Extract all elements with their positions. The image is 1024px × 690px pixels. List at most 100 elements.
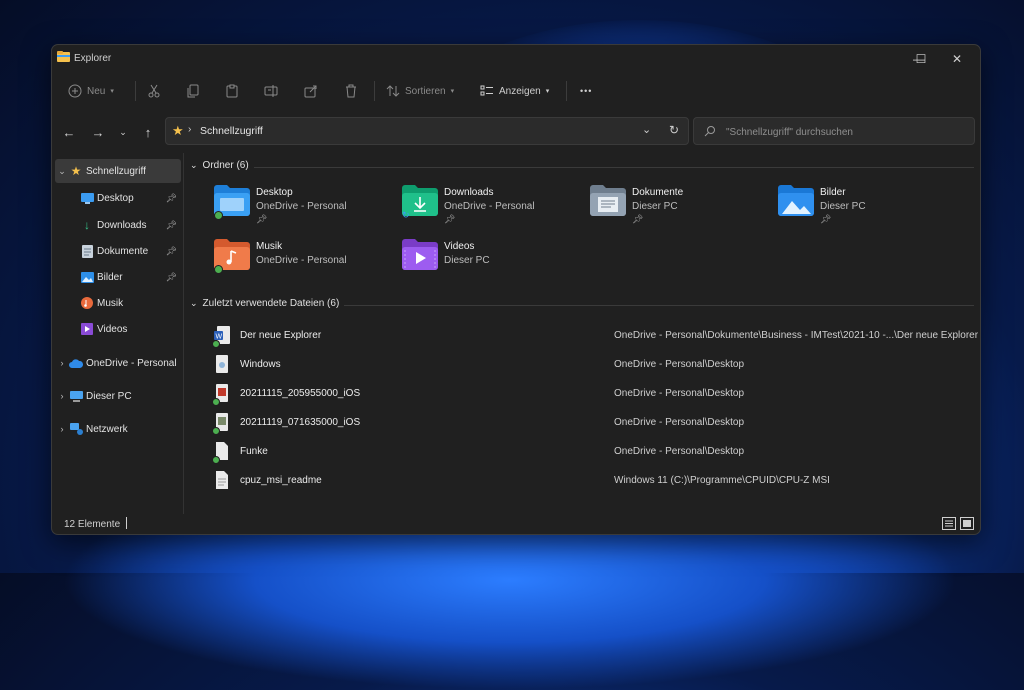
breadcrumb[interactable]: Schnellzugriff [200,125,263,137]
folder-location: OneDrive - Personal [256,255,347,266]
recent-file-row[interactable]: Windows OneDrive - Personal\Desktop [210,350,980,379]
documents-icon [80,244,94,258]
file-name: Funke [240,446,268,457]
folder-name: Bilder [820,187,846,198]
view-button[interactable]: Anzeigen ▾ [480,79,549,103]
sidebar-item-label: Bilder [97,271,123,283]
breadcrumb-chevron-icon: › [188,124,192,135]
new-label: Neu [87,85,106,97]
pin-icon: 📌︎ [256,214,268,224]
sidebar-item-onedrive[interactable]: › OneDrive - Personal [55,351,181,375]
file-path: OneDrive - Personal\Desktop [614,417,745,428]
chevron-right-icon[interactable]: › [55,424,69,434]
sort-icon [386,85,400,97]
cut-button[interactable] [147,79,161,103]
delete-button[interactable] [344,79,358,103]
recent-file-row[interactable]: W Der neue Explorer OneDrive - Personal\… [210,321,980,350]
sort-button[interactable]: Sortieren ▾ [386,79,454,103]
navigation-row: ← → ⌄ ↑ ★ › Schnellzugriff ⌄ ↻ [52,115,980,149]
folder-tile-downloads[interactable]: ↻ Downloads OneDrive - Personal 📌︎ [402,184,582,232]
computer-icon [69,389,83,403]
maximize-icon: ☐ [915,52,927,66]
folder-name: Downloads [444,187,494,198]
folder-name: Videos [444,241,475,252]
sidebar-item-label: Downloads [97,219,147,231]
forward-button[interactable]: → [89,123,107,141]
desktop-icon [80,191,94,205]
chevron-right-icon[interactable]: › [55,391,69,401]
rename-icon [264,85,278,97]
sidebar-item-this-pc[interactable]: › Dieser PC [55,384,181,408]
paste-button[interactable] [225,79,239,103]
arrow-right-icon: → [91,124,105,140]
chevron-down-icon: ⌄ [119,126,127,137]
text-file-icon [216,471,228,489]
pictures-icon [80,270,94,284]
address-dropdown-icon[interactable]: ⌄ [642,123,651,136]
explorer-window: Explorer — ☐ ✕ Neu ▾ Sortieren ▾ Anzeige… [51,44,981,535]
recent-file-row[interactable]: 20211119_071635000_iOS OneDrive - Person… [210,408,980,437]
folder-tile-desktop[interactable]: Desktop OneDrive - Personal 📌︎ [214,184,394,232]
search-input[interactable] [724,123,968,141]
sidebar-item-desktop[interactable]: Desktop 📌︎ [80,186,181,210]
rename-button[interactable] [264,79,278,103]
folder-location: OneDrive - Personal [444,201,535,212]
close-button[interactable]: ✕ [934,45,980,73]
chevron-down-icon[interactable]: ⌄ [55,166,69,177]
recent-file-row[interactable]: 20211115_205955000_iOS OneDrive - Person… [210,379,980,408]
recent-files-group-header[interactable]: ⌄ Zuletzt verwendete Dateien (6) [190,298,339,309]
sidebar-item-videos[interactable]: Videos [80,317,181,341]
recent-file-row[interactable]: cpuz_msi_readme Windows 11 (C:)\Programm… [210,466,980,495]
file-path: OneDrive - Personal\Dokumente\Business -… [614,330,979,341]
sync-status-icon [212,456,220,464]
folders-group-header[interactable]: ⌄ Ordner (6) [190,160,249,171]
divider [344,305,974,306]
file-name: 20211115_205955000_iOS [240,388,361,399]
tiles-view-icon[interactable] [960,517,974,530]
folder-tile-documents[interactable]: Dokumente Dieser PC 📌︎ [590,184,770,232]
sidebar-item-label: Dieser PC [86,390,132,402]
sidebar-item-label: Desktop [97,192,134,204]
file-path: Windows 11 (C:)\Programme\CPUID\CPU-Z MS… [614,475,830,486]
arrow-left-icon: ← [62,124,76,140]
folder-tile-music[interactable]: Musik OneDrive - Personal [214,238,394,286]
recent-file-row[interactable]: Funke OneDrive - Personal\Desktop [210,437,980,466]
documents-folder-icon [590,185,626,216]
back-button[interactable]: ← [60,123,78,141]
search-box[interactable] [693,117,975,145]
folder-tile-pictures[interactable]: Bilder Dieser PC 📌︎ [778,184,958,232]
separator [135,81,136,101]
sidebar-item-downloads[interactable]: ↓ Downloads 📌︎ [80,213,181,237]
share-button[interactable] [304,79,318,103]
chevron-down-icon: ▾ [545,88,550,95]
folder-tile-videos[interactable]: Videos Dieser PC [402,238,582,286]
recent-locations-button[interactable]: ⌄ [114,123,132,141]
sync-status-icon [214,211,223,220]
new-button[interactable]: Neu ▾ [68,79,114,103]
more-options-button[interactable]: ••• [580,79,592,103]
videos-folder-icon [402,239,438,270]
sidebar-item-documents[interactable]: Dokumente 📌︎ [80,239,181,263]
cloud-icon [69,356,83,370]
refresh-icon[interactable]: ↻ [669,123,679,137]
pin-icon: 📌︎ [820,214,832,224]
folder-name: Musik [256,241,283,252]
sync-status-icon [212,340,220,348]
address-bar[interactable]: ★ › Schnellzugriff ⌄ ↻ [165,117,689,145]
sidebar-item-label: Netzwerk [86,423,128,435]
sidebar-item-pictures[interactable]: Bilder 📌︎ [80,265,181,289]
sidebar-item-quick-access[interactable]: ⌄ ★ Schnellzugriff [55,159,181,183]
copy-button[interactable] [186,79,200,103]
navigation-pane: ⌄ ★ Schnellzugriff Desktop 📌︎ ↓ Download… [52,153,184,514]
group-title: Ordner (6) [202,160,249,171]
chevron-right-icon[interactable]: › [55,358,69,368]
details-view-icon[interactable] [942,517,956,530]
sync-status-icon [212,398,220,406]
file-name: Windows [240,359,281,370]
file-path: OneDrive - Personal\Desktop [614,388,745,399]
up-button[interactable]: ↑ [139,123,157,141]
folder-location: OneDrive - Personal [256,201,347,212]
sidebar-item-music[interactable]: Musik [80,291,181,315]
chevron-down-icon: ⌄ [190,160,198,170]
sidebar-item-network[interactable]: › Netzwerk [55,417,181,441]
